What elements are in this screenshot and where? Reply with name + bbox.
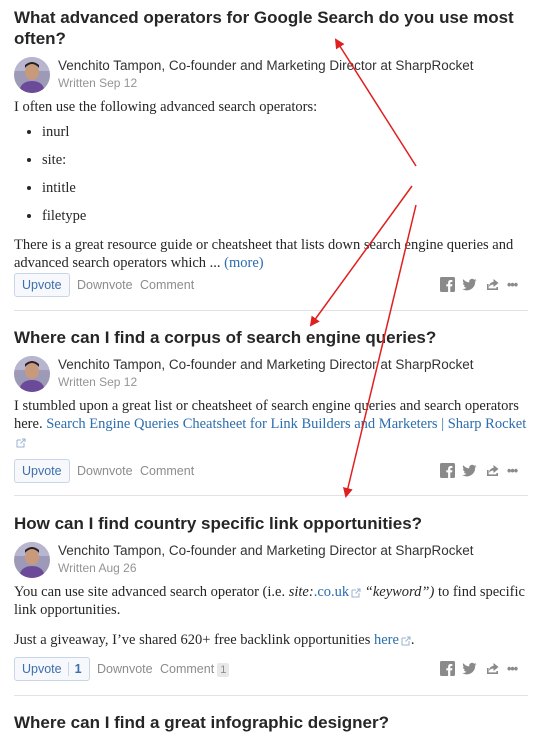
comment-label: Comment xyxy=(160,662,215,676)
answer-text: You can use site advanced search operato… xyxy=(14,584,289,600)
answer-paragraph: You can use site advanced search operato… xyxy=(14,583,528,619)
answer-intro: I often use the following advanced searc… xyxy=(14,99,318,115)
upvote-label: Upvote xyxy=(22,278,62,292)
more-options-icon[interactable]: ••• xyxy=(507,273,518,297)
upvote-button[interactable]: Upvote xyxy=(14,273,70,297)
comment-button[interactable]: Comment 1 xyxy=(160,657,230,681)
avatar[interactable] xyxy=(14,57,50,93)
twitter-icon[interactable] xyxy=(462,661,477,676)
external-link-icon xyxy=(401,636,411,646)
action-bar: Upvote 1 Downvote Comment 1 ••• xyxy=(14,657,528,681)
domain-link[interactable]: .co.uk xyxy=(314,584,349,600)
answer-text: . xyxy=(410,632,415,648)
keyword-text: “keyword”) xyxy=(364,584,435,600)
downvote-button[interactable]: Downvote xyxy=(77,273,133,297)
facebook-icon[interactable] xyxy=(440,661,455,676)
here-link[interactable]: here xyxy=(374,632,399,648)
more-options-icon[interactable]: ••• xyxy=(507,459,518,483)
comment-button[interactable]: Comment xyxy=(140,273,194,297)
share-icon[interactable] xyxy=(485,277,500,292)
share-icon[interactable] xyxy=(485,463,500,478)
upvote-label: Upvote xyxy=(22,662,62,676)
downvote-button[interactable]: Downvote xyxy=(97,657,153,681)
facebook-icon[interactable] xyxy=(440,277,455,292)
author-row: Venchito Tampon, Co-founder and Marketin… xyxy=(14,356,528,392)
written-date: Written Sep 12 xyxy=(58,76,138,90)
answer-card: What advanced operators for Google Searc… xyxy=(14,7,528,311)
answer-body: I stumbled upon a great list or cheatshe… xyxy=(14,397,528,451)
action-bar: Upvote Downvote Comment ••• xyxy=(14,459,528,483)
written-date: Written Sep 12 xyxy=(58,375,138,389)
more-options-icon[interactable]: ••• xyxy=(507,657,518,681)
twitter-icon[interactable] xyxy=(462,277,477,292)
avatar[interactable] xyxy=(14,356,50,392)
answer-text: Just a giveaway, I’ve shared 620+ free b… xyxy=(14,632,374,648)
share-icon[interactable] xyxy=(485,661,500,676)
action-bar: Upvote Downvote Comment ••• xyxy=(14,273,528,297)
author-credential[interactable]: Venchito Tampon, Co-founder and Marketin… xyxy=(58,543,473,558)
question-title[interactable]: What advanced operators for Google Searc… xyxy=(14,7,528,49)
answer-text: There is a great resource guide or cheat… xyxy=(14,236,528,272)
comment-button[interactable]: Comment xyxy=(140,459,194,483)
author-row: Venchito Tampon, Co-founder and Marketin… xyxy=(14,542,528,578)
operator-list: inurl site: intitle filetype xyxy=(14,118,528,230)
question-title[interactable]: Where can I find a corpus of search engi… xyxy=(14,327,528,348)
external-link-icon xyxy=(16,438,26,448)
upvote-count: 1 xyxy=(67,662,82,676)
more-link[interactable]: (more) xyxy=(224,255,263,271)
author-row: Venchito Tampon, Co-founder and Marketin… xyxy=(14,57,528,93)
list-item: filetype xyxy=(42,202,528,230)
answer-card: How can I find country specific link opp… xyxy=(14,513,528,696)
answer-text: I stumbled upon a great list or cheatshe… xyxy=(14,397,528,451)
list-item: site: xyxy=(42,146,528,174)
written-date: Written Aug 26 xyxy=(58,561,137,575)
cheatsheet-link[interactable]: Search Engine Queries Cheatsheet for Lin… xyxy=(46,416,526,432)
downvote-button[interactable]: Downvote xyxy=(77,459,133,483)
answer-body: You can use site advanced search operato… xyxy=(14,583,528,649)
answer-card: Where can I find a corpus of search engi… xyxy=(14,327,528,496)
author-credential[interactable]: Venchito Tampon, Co-founder and Marketin… xyxy=(58,58,473,73)
upvote-label: Upvote xyxy=(22,464,62,478)
twitter-icon[interactable] xyxy=(462,463,477,478)
upvote-button[interactable]: Upvote 1 xyxy=(14,657,90,681)
answer-body: I often use the following advanced searc… xyxy=(14,98,528,272)
comment-count: 1 xyxy=(217,663,230,677)
list-item: intitle xyxy=(42,174,528,202)
avatar[interactable] xyxy=(14,542,50,578)
question-title[interactable]: How can I find country specific link opp… xyxy=(14,513,528,534)
external-link-icon xyxy=(351,588,361,598)
upvote-button[interactable]: Upvote xyxy=(14,459,70,483)
answer-paragraph: Just a giveaway, I’ve shared 620+ free b… xyxy=(14,631,528,649)
answer-card: Where can I find a great infographic des… xyxy=(14,712,528,735)
list-item: inurl xyxy=(42,118,528,146)
operator-text: site: xyxy=(288,584,314,600)
question-title[interactable]: Where can I find a great infographic des… xyxy=(14,712,528,733)
facebook-icon[interactable] xyxy=(440,463,455,478)
author-credential[interactable]: Venchito Tampon, Co-founder and Marketin… xyxy=(58,357,473,372)
